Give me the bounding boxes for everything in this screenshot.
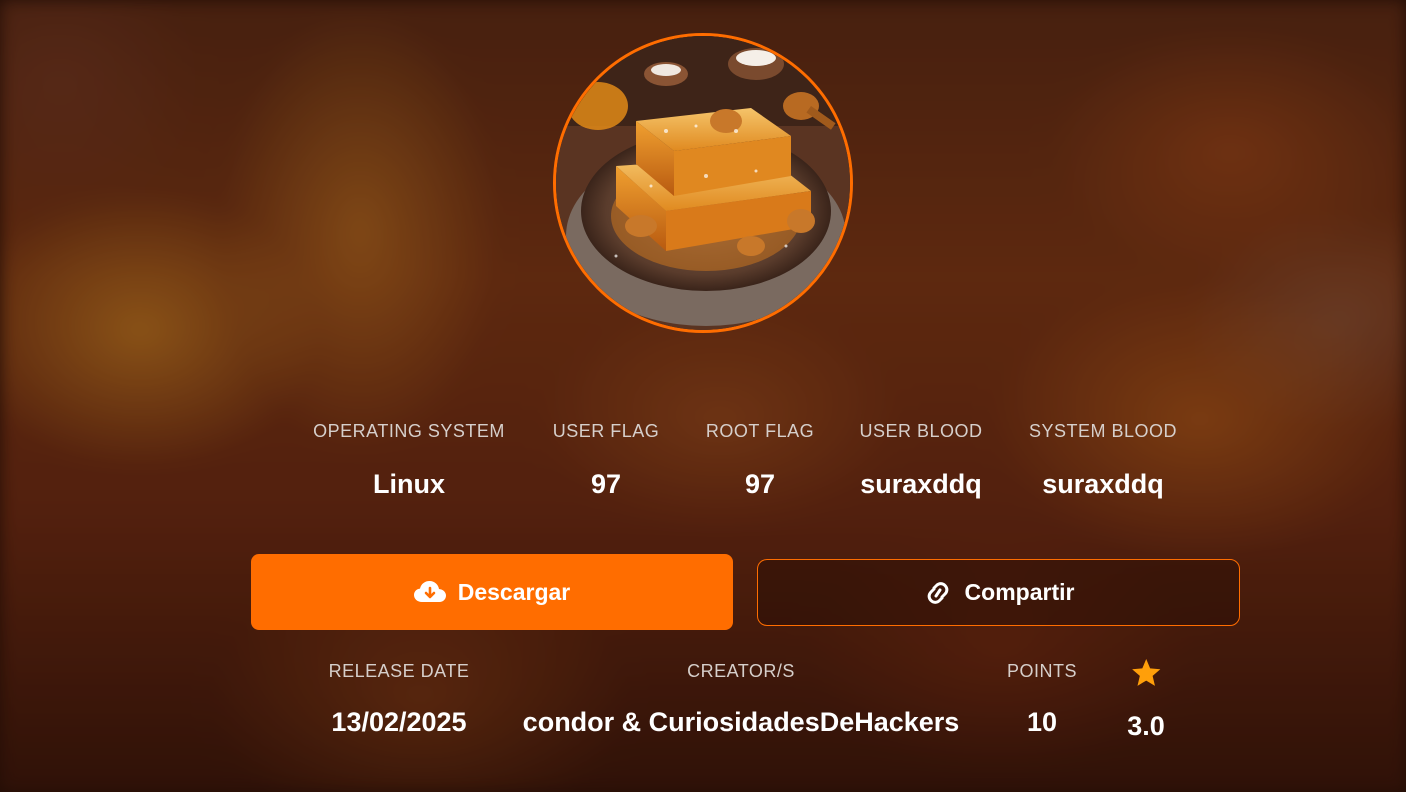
- info-value: 13/02/2025: [331, 707, 467, 737]
- stat-label: SYSTEM BLOOD: [1028, 421, 1178, 441]
- info-label: POINTS: [1006, 661, 1078, 681]
- stat-label: USER BLOOD: [859, 421, 983, 441]
- info-label: RELEASE DATE: [328, 661, 470, 681]
- share-button[interactable]: Compartir: [757, 559, 1240, 626]
- stat-label: ROOT FLAG: [705, 421, 815, 441]
- stat-user-flag: USER FLAG 97: [553, 418, 660, 500]
- link-icon: [923, 581, 953, 605]
- stat-value: 97: [744, 469, 776, 499]
- info-creators: CREATOR/S condor & CuriosidadesDeHackers: [523, 658, 960, 738]
- stat-operating-system: OPERATING SYSTEM Linux: [313, 418, 505, 500]
- info-value: condor & CuriosidadesDeHackers: [522, 707, 960, 737]
- download-label: Descargar: [457, 578, 571, 605]
- cloud-download-icon: [413, 580, 446, 604]
- stat-label: OPERATING SYSTEM: [313, 421, 505, 441]
- stat-value: suraxddq: [860, 469, 982, 499]
- machine-stats: OPERATING SYSTEM Linux USER FLAG 97 ROOT…: [0, 418, 1406, 518]
- stat-label: USER FLAG: [552, 421, 660, 441]
- stat-system-blood: SYSTEM BLOOD suraxddq: [1029, 418, 1177, 500]
- stat-root-flag: ROOT FLAG 97: [706, 418, 814, 500]
- rating-value: 3.0: [1127, 711, 1165, 741]
- info-rating: 3.0: [1127, 658, 1165, 742]
- machine-avatar: [553, 33, 853, 333]
- stat-value: suraxddq: [1042, 469, 1164, 499]
- stat-value: Linux: [372, 469, 445, 499]
- info-label: CREATOR/S: [687, 661, 795, 681]
- food-illustration: [556, 36, 850, 330]
- info-points: POINTS 10: [1007, 658, 1077, 738]
- share-label: Compartir: [964, 579, 1075, 605]
- info-release-date: RELEASE DATE 13/02/2025: [329, 658, 470, 738]
- stat-value: 97: [590, 469, 622, 499]
- machine-info: RELEASE DATE 13/02/2025 CREATOR/S condor…: [0, 658, 1406, 758]
- info-value: 10: [1026, 707, 1058, 737]
- download-button[interactable]: Descargar: [251, 554, 733, 630]
- star-icon: [1130, 658, 1162, 686]
- stat-user-blood: USER BLOOD suraxddq: [859, 418, 982, 500]
